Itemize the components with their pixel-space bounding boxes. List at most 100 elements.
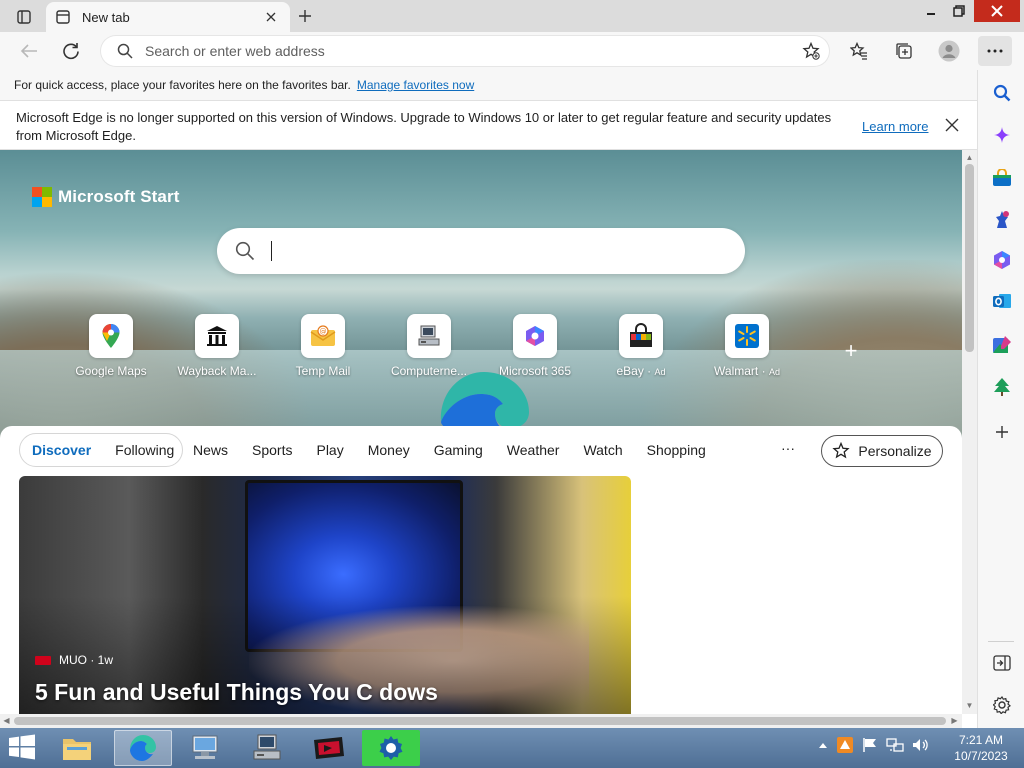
- learn-more-link[interactable]: Learn more: [862, 118, 928, 136]
- infobar-close-icon[interactable]: [944, 117, 962, 135]
- sidebar-add-icon[interactable]: [990, 420, 1014, 444]
- toolbar: Search or enter web address: [0, 32, 1024, 70]
- tab-discover[interactable]: Discover: [20, 442, 103, 458]
- personalize-button[interactable]: Personalize: [821, 435, 943, 467]
- taskbar-media-app[interactable]: [300, 730, 358, 766]
- new-tab-button[interactable]: [292, 5, 318, 27]
- tile-label: Temp Mail: [295, 364, 351, 378]
- category-play[interactable]: Play: [316, 442, 343, 458]
- add-favorite-star-icon[interactable]: [797, 37, 825, 65]
- vertical-scroll-thumb[interactable]: [965, 164, 974, 352]
- taskbar-clock[interactable]: 7:21 AM 10/7/2023: [948, 732, 1014, 764]
- volume-icon[interactable]: [912, 737, 930, 753]
- unsupported-windows-infobar: Microsoft Edge is no longer supported on…: [0, 100, 977, 150]
- scroll-down-arrow-icon[interactable]: ▼: [965, 701, 974, 710]
- sidebar-hide-icon[interactable]: [990, 651, 1014, 675]
- hero-background: Microsoft Start Google Maps Wayback Ma..…: [0, 150, 962, 440]
- article-source: MUO · 1w: [35, 653, 113, 667]
- computer-screen-icon: [192, 735, 218, 759]
- address-placeholder: Search or enter web address: [145, 43, 325, 59]
- sidebar-games-icon[interactable]: [990, 207, 1014, 231]
- restore-button[interactable]: [946, 0, 972, 22]
- taskbar-file-explorer[interactable]: [48, 730, 106, 766]
- windows-logo-icon: [9, 734, 35, 760]
- add-quick-link-button[interactable]: +: [840, 340, 862, 362]
- news-card[interactable]: MUO · 1w 5 Fun and Useful Things You C d…: [19, 476, 631, 714]
- tile-label: eBay: [616, 364, 644, 378]
- scroll-up-arrow-icon[interactable]: ▲: [965, 153, 974, 162]
- action-center-flag-icon[interactable]: [862, 737, 878, 753]
- tab-following[interactable]: Following: [103, 442, 186, 458]
- quick-link-computernewb[interactable]: Computerne...: [379, 314, 479, 378]
- category-money[interactable]: Money: [368, 442, 410, 458]
- sidebar-outlook-icon[interactable]: [990, 289, 1014, 313]
- temp-mail-icon: @: [310, 325, 336, 346]
- tab-title: New tab: [82, 9, 130, 25]
- favorites-button[interactable]: [844, 36, 874, 66]
- scroll-left-arrow-icon[interactable]: ◀: [2, 716, 11, 725]
- quick-link-wayback-machine[interactable]: Wayback Ma...: [167, 314, 267, 378]
- tab-new-tab[interactable]: New tab: [46, 2, 290, 32]
- category-sports[interactable]: Sports: [252, 442, 292, 458]
- sidebar-search-icon[interactable]: [990, 81, 1014, 105]
- gear-icon: [379, 736, 403, 760]
- close-icon: [991, 5, 1003, 17]
- category-news[interactable]: News: [193, 442, 228, 458]
- restore-icon: [953, 5, 965, 17]
- taskbar-settings-app[interactable]: [362, 730, 420, 766]
- profile-button[interactable]: [934, 36, 964, 66]
- taskbar-remote-desktop[interactable]: [176, 730, 234, 766]
- feed-toggle: Discover Following: [19, 433, 183, 467]
- taskbar-edge[interactable]: [114, 730, 172, 766]
- search-icon: [235, 241, 255, 261]
- windows-taskbar: 7:21 AM 10/7/2023: [0, 728, 1024, 768]
- sidebar-drop-tree-icon[interactable]: [990, 375, 1014, 399]
- system-tray: [818, 736, 938, 754]
- horizontal-scrollbar[interactable]: ◀ ▶: [0, 714, 962, 728]
- quick-link-ebay[interactable]: eBay · Ad: [591, 314, 691, 378]
- collections-button[interactable]: [889, 36, 919, 66]
- sidebar-copilot-sparkle-icon[interactable]: [990, 123, 1014, 147]
- category-shopping[interactable]: Shopping: [647, 442, 706, 458]
- tab-close-icon[interactable]: [262, 8, 280, 26]
- quick-link-temp-mail[interactable]: @ Temp Mail: [273, 314, 373, 378]
- quick-link-walmart[interactable]: Walmart · Ad: [697, 314, 797, 378]
- refresh-button[interactable]: [56, 36, 86, 66]
- address-bar[interactable]: Search or enter web address: [101, 36, 829, 66]
- minimize-button[interactable]: [918, 0, 944, 22]
- back-arrow-icon: [20, 44, 37, 58]
- quick-link-google-maps[interactable]: Google Maps: [61, 314, 161, 378]
- manage-favorites-link[interactable]: Manage favorites now: [357, 78, 474, 92]
- tab-actions-icon[interactable]: [8, 6, 40, 28]
- web-search-box[interactable]: [217, 228, 745, 274]
- back-button[interactable]: [14, 36, 44, 66]
- show-hidden-icons-chevron-icon[interactable]: [818, 741, 828, 749]
- taskbar-my-computer[interactable]: [238, 730, 296, 766]
- scroll-right-arrow-icon[interactable]: ▶: [950, 716, 959, 725]
- quick-link-microsoft-365[interactable]: Microsoft 365: [485, 314, 585, 378]
- close-window-button[interactable]: [974, 0, 1020, 22]
- svg-text:@: @: [320, 328, 327, 336]
- ad-badge: Ad: [768, 367, 780, 377]
- sidebar-settings-gear-icon[interactable]: [990, 693, 1014, 717]
- category-watch[interactable]: Watch: [583, 442, 622, 458]
- ad-badge: Ad: [654, 367, 666, 377]
- news-feed: Discover Following News Sports Play Mone…: [0, 426, 962, 714]
- refresh-icon: [63, 43, 79, 60]
- vertical-scrollbar[interactable]: ▲ ▼: [962, 150, 977, 714]
- category-weather[interactable]: Weather: [507, 442, 560, 458]
- sparkle-star-icon: [832, 442, 851, 459]
- infobar-message: Microsoft Edge is no longer supported on…: [16, 110, 832, 143]
- sidebar-shopping-icon[interactable]: [990, 166, 1014, 190]
- tray-app-icon[interactable]: [836, 736, 854, 754]
- horizontal-scroll-thumb[interactable]: [14, 717, 946, 725]
- sidebar-designer-icon[interactable]: [990, 333, 1014, 357]
- category-gaming[interactable]: Gaming: [434, 442, 483, 458]
- microsoft-start-logo[interactable]: Microsoft Start: [32, 187, 179, 207]
- settings-and-more-button[interactable]: [978, 36, 1012, 66]
- start-button[interactable]: [8, 734, 40, 762]
- sidebar-microsoft-365-icon[interactable]: [990, 248, 1014, 272]
- minimize-icon: [927, 13, 935, 15]
- network-icon[interactable]: [886, 737, 904, 753]
- more-categories-button[interactable]: ···: [781, 440, 795, 456]
